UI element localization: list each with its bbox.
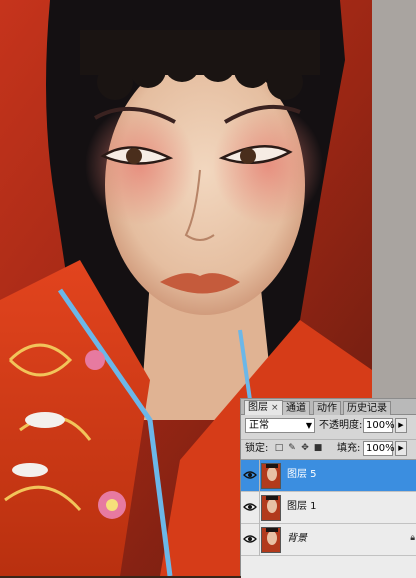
opacity-label: 不透明度: xyxy=(319,420,363,431)
chevron-right-icon[interactable]: ▶ xyxy=(395,441,407,456)
fill-label: 填充: xyxy=(337,443,361,454)
chevron-down-icon: ▼ xyxy=(305,421,312,430)
divider xyxy=(259,492,260,524)
panel-tab-bar: 图层 × 通道 动作 历史记录 xyxy=(241,399,416,415)
layer-name: 图层 1 xyxy=(287,501,317,512)
divider xyxy=(259,524,260,556)
chevron-right-icon[interactable]: ▶ xyxy=(395,418,407,433)
layer-row-background[interactable]: 背景 🔒︎ xyxy=(241,524,416,556)
divider xyxy=(259,460,260,492)
lock-fill-row: 锁定: □ ✎ ✥ ■ 填充: 100% ▶ xyxy=(241,439,416,458)
tab-actions[interactable]: 动作 xyxy=(313,401,341,415)
lock-label: 锁定: xyxy=(245,443,269,454)
opacity-input[interactable]: 100% xyxy=(363,418,395,433)
layer-name: 背景 xyxy=(287,533,307,544)
eye-icon[interactable] xyxy=(243,468,257,482)
lock-move-icon[interactable]: ✥ xyxy=(300,443,310,454)
tab-channels-label: 通道 xyxy=(286,403,306,414)
blend-mode-select[interactable]: 正常 ▼ xyxy=(245,418,315,433)
fill-input[interactable]: 100% xyxy=(363,441,395,456)
layer-thumbnail xyxy=(261,527,281,553)
layers-panel: 图层 × 通道 动作 历史记录 正常 ▼ 不透明度: 100% ▶ 锁定: □ ✎… xyxy=(240,398,416,578)
lock-brush-icon[interactable]: ✎ xyxy=(287,443,297,454)
layer-row-1[interactable]: 图层 1 xyxy=(241,492,416,524)
eye-icon[interactable] xyxy=(243,532,257,546)
lock-icon[interactable]: ■ xyxy=(313,443,323,454)
lock-icon: 🔒︎ xyxy=(410,533,415,543)
layer-row-5[interactable]: 图层 5 xyxy=(241,460,416,492)
tab-layers-label: 图层 xyxy=(248,402,268,413)
blend-opacity-row: 正常 ▼ 不透明度: 100% ▶ xyxy=(241,417,416,435)
tab-layers[interactable]: 图层 × xyxy=(244,400,283,415)
blend-mode-value: 正常 xyxy=(249,420,269,431)
layer-thumbnail xyxy=(261,495,281,521)
lock-transparent-icon[interactable]: □ xyxy=(274,443,284,454)
layer-list: 图层 5 图层 1 背景 🔒︎ xyxy=(241,459,416,578)
tab-actions-label: 动作 xyxy=(317,403,337,414)
layer-name: 图层 5 xyxy=(287,469,317,480)
tab-history[interactable]: 历史记录 xyxy=(343,401,391,415)
layer-thumbnail xyxy=(261,463,281,489)
tab-channels[interactable]: 通道 xyxy=(282,401,310,415)
close-icon[interactable]: × xyxy=(271,403,279,413)
tab-history-label: 历史记录 xyxy=(347,403,387,414)
eye-icon[interactable] xyxy=(243,500,257,514)
